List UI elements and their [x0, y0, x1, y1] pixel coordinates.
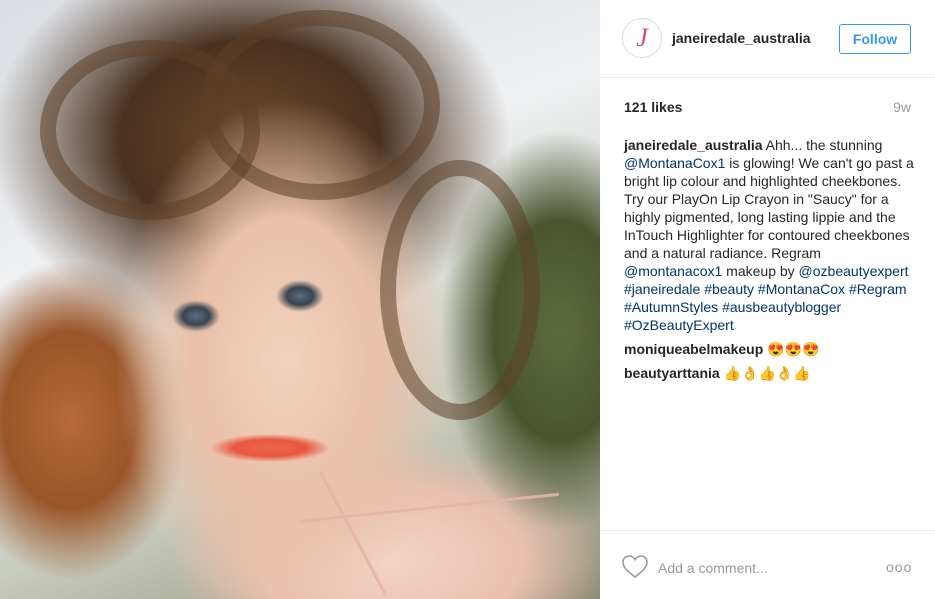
follow-button[interactable]: Follow	[839, 24, 911, 54]
hashtag-link[interactable]: #janeiredale	[624, 281, 700, 297]
comment-author[interactable]: moniqueabelmakeup	[624, 341, 763, 357]
hashtag-link[interactable]: #Regram	[849, 281, 907, 297]
caption-author[interactable]: janeiredale_australia	[624, 137, 763, 153]
hashtag-link[interactable]: #OzBeautyExpert	[624, 317, 734, 333]
comments-list: janeiredale_australia Ahh... the stunnin…	[624, 136, 914, 388]
dress-strap	[318, 470, 388, 596]
username-link[interactable]: janeiredale_australia	[672, 30, 811, 46]
comment-text: 👍👌👍👌👍	[723, 365, 811, 381]
avatar[interactable]: J	[622, 18, 662, 58]
heart-icon[interactable]	[622, 555, 648, 579]
post-photo[interactable]	[0, 0, 600, 599]
post-header: J janeiredale_australia Follow	[600, 0, 935, 78]
post-footer: ooo	[600, 530, 935, 599]
post-panel: J janeiredale_australia Follow 121 likes…	[600, 0, 935, 599]
likes-row: 121 likes 9w	[624, 99, 911, 117]
mention-link[interactable]: @ozbeautyexpert	[799, 263, 909, 279]
jane-iredale-logo-icon: J	[636, 23, 648, 52]
hashtag-link[interactable]: #AutumnStyles	[624, 299, 718, 315]
comment-author[interactable]: beautyarttania	[624, 365, 720, 381]
comment-item: beautyarttania 👍👌👍👌👍	[624, 364, 914, 382]
add-comment-input[interactable]	[658, 557, 873, 579]
hashtag-link[interactable]: #beauty	[704, 281, 754, 297]
hair-detail	[200, 10, 440, 200]
comment-item: moniqueabelmakeup 😍😍😍	[624, 340, 914, 358]
more-options-icon[interactable]: ooo	[886, 559, 912, 575]
caption-text: Ahh... the stunning	[762, 137, 883, 153]
comment-text: 😍😍😍	[767, 341, 820, 357]
post-age[interactable]: 9w	[893, 99, 911, 115]
mention-link[interactable]: @montanacox1	[624, 263, 722, 279]
hashtag-link[interactable]: #ausbeautyblogger	[722, 299, 841, 315]
caption: janeiredale_australia Ahh... the stunnin…	[624, 136, 914, 334]
caption-text: makeup by	[722, 263, 799, 279]
likes-count[interactable]: 121 likes	[624, 99, 682, 115]
hair-detail	[380, 160, 540, 420]
mention-link[interactable]: @MontanaCox1	[624, 155, 725, 171]
hashtag-link[interactable]: #MontanaCox	[758, 281, 845, 297]
